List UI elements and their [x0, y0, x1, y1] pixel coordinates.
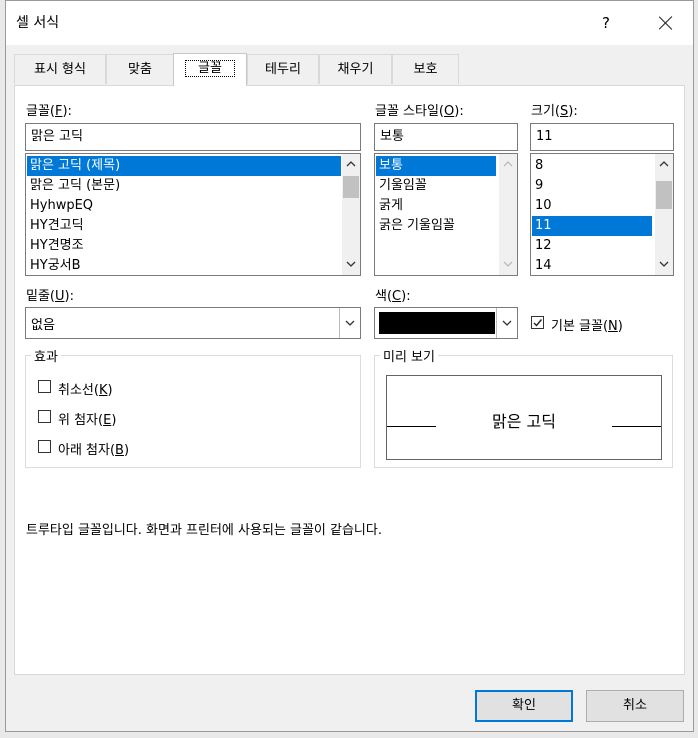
font-style-label: 글꼴 스타일(O):	[375, 104, 464, 119]
close-icon[interactable]	[652, 11, 680, 35]
scroll-up-icon[interactable]	[342, 155, 360, 173]
underline-select[interactable]: 없음	[25, 307, 361, 339]
tab-label: 보호	[413, 62, 438, 77]
scroll-thumb[interactable]	[343, 176, 359, 198]
normal-font-label[interactable]: 기본 글꼴(N)	[551, 315, 623, 334]
effects-title: 효과	[31, 346, 61, 365]
scroll-down-icon[interactable]	[342, 256, 360, 274]
superscript-label[interactable]: 위 첨자(E)	[58, 409, 116, 428]
underline-label: 밑줄(U):	[26, 289, 74, 304]
tab-fill[interactable]: 채우기	[319, 54, 392, 84]
tab-font[interactable]: 글꼴	[173, 53, 247, 86]
scroll-down-icon[interactable]	[499, 256, 517, 274]
list-item[interactable]: 맑은 고딕 (본문)	[27, 176, 341, 196]
size-label: 크기(S):	[531, 104, 578, 119]
list-item[interactable]: 굵게	[376, 196, 496, 216]
list-item[interactable]: HyhwpEQ	[27, 196, 341, 216]
font-style-list[interactable]: 보통 기울임꼴 굵게 굵은 기울임꼴	[374, 153, 518, 276]
underline-value: 없음	[31, 318, 55, 333]
list-item[interactable]: 8	[532, 156, 652, 176]
normal-font-checkbox[interactable]	[531, 316, 544, 329]
help-button[interactable]: ?	[602, 14, 610, 32]
font-size-list[interactable]: 8 9 10 11 12 14	[530, 153, 674, 276]
preview-box: 맑은 고딕	[386, 375, 662, 460]
tab-label: 글꼴	[185, 60, 235, 77]
chevron-down-icon[interactable]	[496, 308, 517, 338]
dialog-title: 셀 서식	[16, 15, 60, 31]
scroll-thumb[interactable]	[656, 181, 672, 209]
color-picker[interactable]	[374, 307, 518, 339]
font-list-scrollbar[interactable]	[342, 154, 360, 275]
list-item[interactable]: 9	[532, 176, 652, 196]
checkmark-icon	[533, 319, 543, 327]
superscript-checkbox[interactable]	[38, 410, 51, 423]
list-item[interactable]: 12	[532, 236, 652, 256]
strikethrough-checkbox[interactable]	[38, 380, 51, 393]
tab-number[interactable]: 표시 형식	[14, 54, 106, 84]
chevron-down-icon[interactable]	[339, 308, 360, 338]
list-item[interactable]: 10	[532, 196, 652, 216]
title-bar: 셀 서식 ?	[6, 1, 693, 45]
list-item[interactable]: HY견고딕	[27, 216, 341, 236]
preview-sample: 맑은 고딕	[492, 412, 556, 431]
list-item[interactable]: 기울임꼴	[376, 176, 496, 196]
color-swatch	[379, 312, 495, 334]
scroll-up-icon[interactable]	[499, 155, 517, 173]
cancel-button[interactable]: 취소	[586, 690, 684, 722]
font-name-input[interactable]: 맑은 고딕	[25, 123, 361, 151]
scroll-down-icon[interactable]	[655, 256, 673, 274]
font-list[interactable]: 맑은 고딕 (제목) 맑은 고딕 (본문) HyhwpEQ HY견고딕 HY견명…	[25, 153, 361, 276]
subscript-label[interactable]: 아래 첨자(B)	[58, 439, 129, 458]
font-style-input[interactable]: 보통	[374, 123, 518, 151]
list-item[interactable]: 굵은 기울임꼴	[376, 216, 496, 236]
tab-label: 채우기	[337, 62, 374, 77]
subscript-checkbox[interactable]	[38, 440, 51, 453]
font-size-scrollbar[interactable]	[655, 154, 673, 275]
color-label: 색(C):	[375, 289, 411, 304]
list-item[interactable]: HY궁서B	[27, 256, 341, 275]
font-info-text: 트루타입 글꼴입니다. 화면과 프린터에 사용되는 글꼴이 같습니다.	[26, 523, 382, 538]
list-item[interactable]: HY견명조	[27, 236, 341, 256]
tab-label: 맞춤	[128, 62, 152, 77]
preview-title: 미리 보기	[380, 346, 438, 365]
list-item[interactable]: 11	[532, 216, 652, 236]
list-item[interactable]: 맑은 고딕 (제목)	[27, 156, 341, 176]
list-item[interactable]: 14	[532, 256, 652, 275]
tab-label: 표시 형식	[34, 62, 86, 77]
list-item[interactable]: 보통	[376, 156, 496, 176]
baseline-right	[612, 426, 661, 427]
font-style-scrollbar[interactable]	[499, 154, 517, 275]
tab-alignment[interactable]: 맞춤	[106, 54, 174, 84]
ok-button[interactable]: 확인	[475, 690, 573, 722]
tab-label: 테두리	[265, 62, 301, 77]
strikethrough-label[interactable]: 취소선(K)	[58, 379, 113, 398]
scroll-up-icon[interactable]	[655, 155, 673, 173]
tab-border[interactable]: 테두리	[247, 54, 319, 84]
font-size-input[interactable]: 11	[530, 123, 674, 151]
tab-protection[interactable]: 보호	[392, 54, 459, 84]
font-label: 글꼴(F):	[26, 104, 72, 119]
